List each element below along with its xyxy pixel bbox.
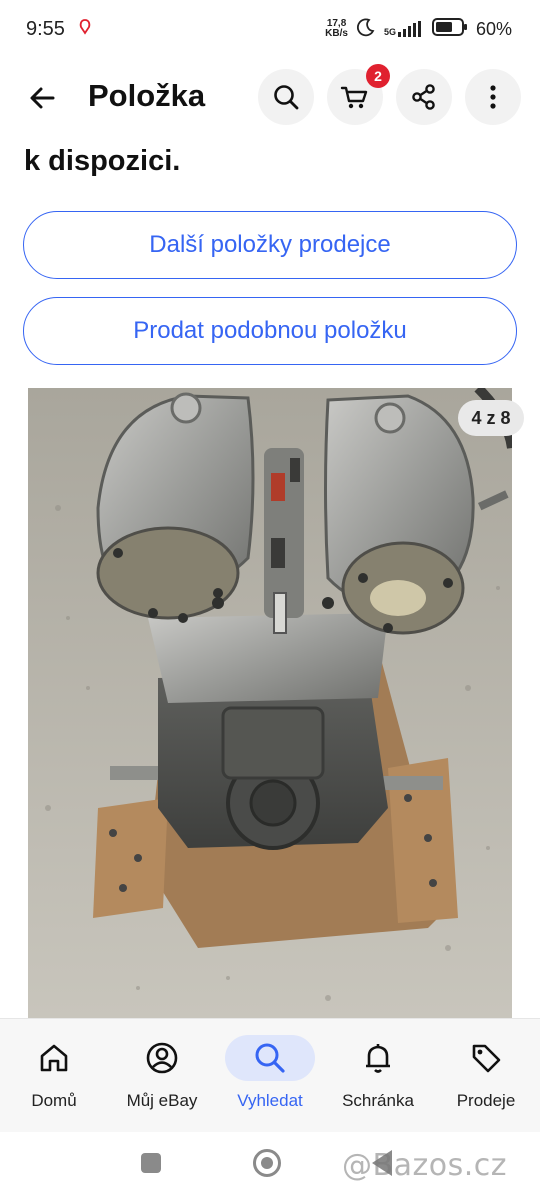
nav-icon-wrap [225, 1035, 315, 1081]
sell-similar-label: Prodat podobnou položku [133, 317, 407, 344]
home-button[interactable] [253, 1149, 281, 1177]
nav-icon-wrap [117, 1035, 207, 1081]
share-icon [412, 84, 435, 110]
home-dot [261, 1157, 273, 1169]
page-title: Položka [88, 78, 206, 113]
share-button[interactable] [396, 69, 452, 125]
battery-percent: 60% [475, 18, 512, 39]
recents-button[interactable] [141, 1153, 161, 1173]
notification-icon [77, 18, 93, 41]
nav-label-home: Domů [31, 1091, 77, 1110]
cart-icon [340, 86, 368, 109]
user-icon [146, 1042, 178, 1074]
photo-counter: 4 z 8 [458, 400, 524, 436]
nav-item-inbox[interactable]: Schránka [324, 1019, 432, 1132]
status-bar: 9:55 17,8 KB/s 5G 60% [0, 0, 540, 58]
nav-label-my-ebay: Můj eBay [126, 1091, 198, 1110]
net-speed: 17,8 KB/s [325, 19, 348, 39]
nav-label-selling: Prodeje [456, 1091, 516, 1110]
status-time: 9:55 [26, 17, 65, 40]
status-left: 9:55 [26, 18, 93, 41]
seller-items-button[interactable]: Další položky prodejce [23, 211, 517, 279]
nav-icon-wrap [333, 1035, 423, 1081]
availability-text: k dispozici. [24, 145, 181, 177]
network-type: 5G [383, 27, 396, 37]
search-icon [274, 85, 299, 110]
nav-item-selling[interactable]: Prodeje [432, 1019, 540, 1132]
nav-item-my-ebay[interactable]: Můj eBay [108, 1019, 216, 1132]
search-icon [255, 1043, 285, 1073]
product-photo[interactable] [28, 388, 512, 1018]
nav-label-search: Vyhledat [237, 1091, 303, 1110]
cart-badge: 2 [366, 64, 390, 88]
more-vertical-icon [490, 85, 496, 109]
battery-icon [431, 17, 468, 41]
tag-icon [472, 1044, 501, 1073]
search-button[interactable] [258, 69, 314, 125]
app-header: Položka [0, 68, 540, 128]
status-right: 17,8 KB/s 5G 60% [325, 17, 512, 42]
moon-icon [356, 17, 376, 42]
engine-image [28, 388, 512, 1018]
back-arrow-icon [30, 87, 55, 109]
watermark: @Bazos.cz [342, 1148, 507, 1183]
nav-icon-wrap [9, 1035, 99, 1081]
nav-icon-wrap [441, 1035, 531, 1081]
bell-icon [366, 1044, 390, 1073]
back-button[interactable] [22, 78, 62, 118]
more-button[interactable] [465, 69, 521, 125]
nav-item-home[interactable]: Domů [0, 1019, 108, 1132]
bottom-nav: Domů Můj eBay Vyhledat Schránka Prodeje [0, 1018, 540, 1132]
home-icon [40, 1044, 68, 1072]
net-speed-unit: KB/s [325, 28, 348, 39]
signal-icon: 5G [384, 21, 424, 37]
seller-items-label: Další položky prodejce [149, 231, 391, 258]
nav-item-search[interactable]: Vyhledat [216, 1019, 324, 1132]
nav-label-inbox: Schránka [342, 1091, 414, 1110]
sell-similar-button[interactable]: Prodat podobnou položku [23, 297, 517, 365]
